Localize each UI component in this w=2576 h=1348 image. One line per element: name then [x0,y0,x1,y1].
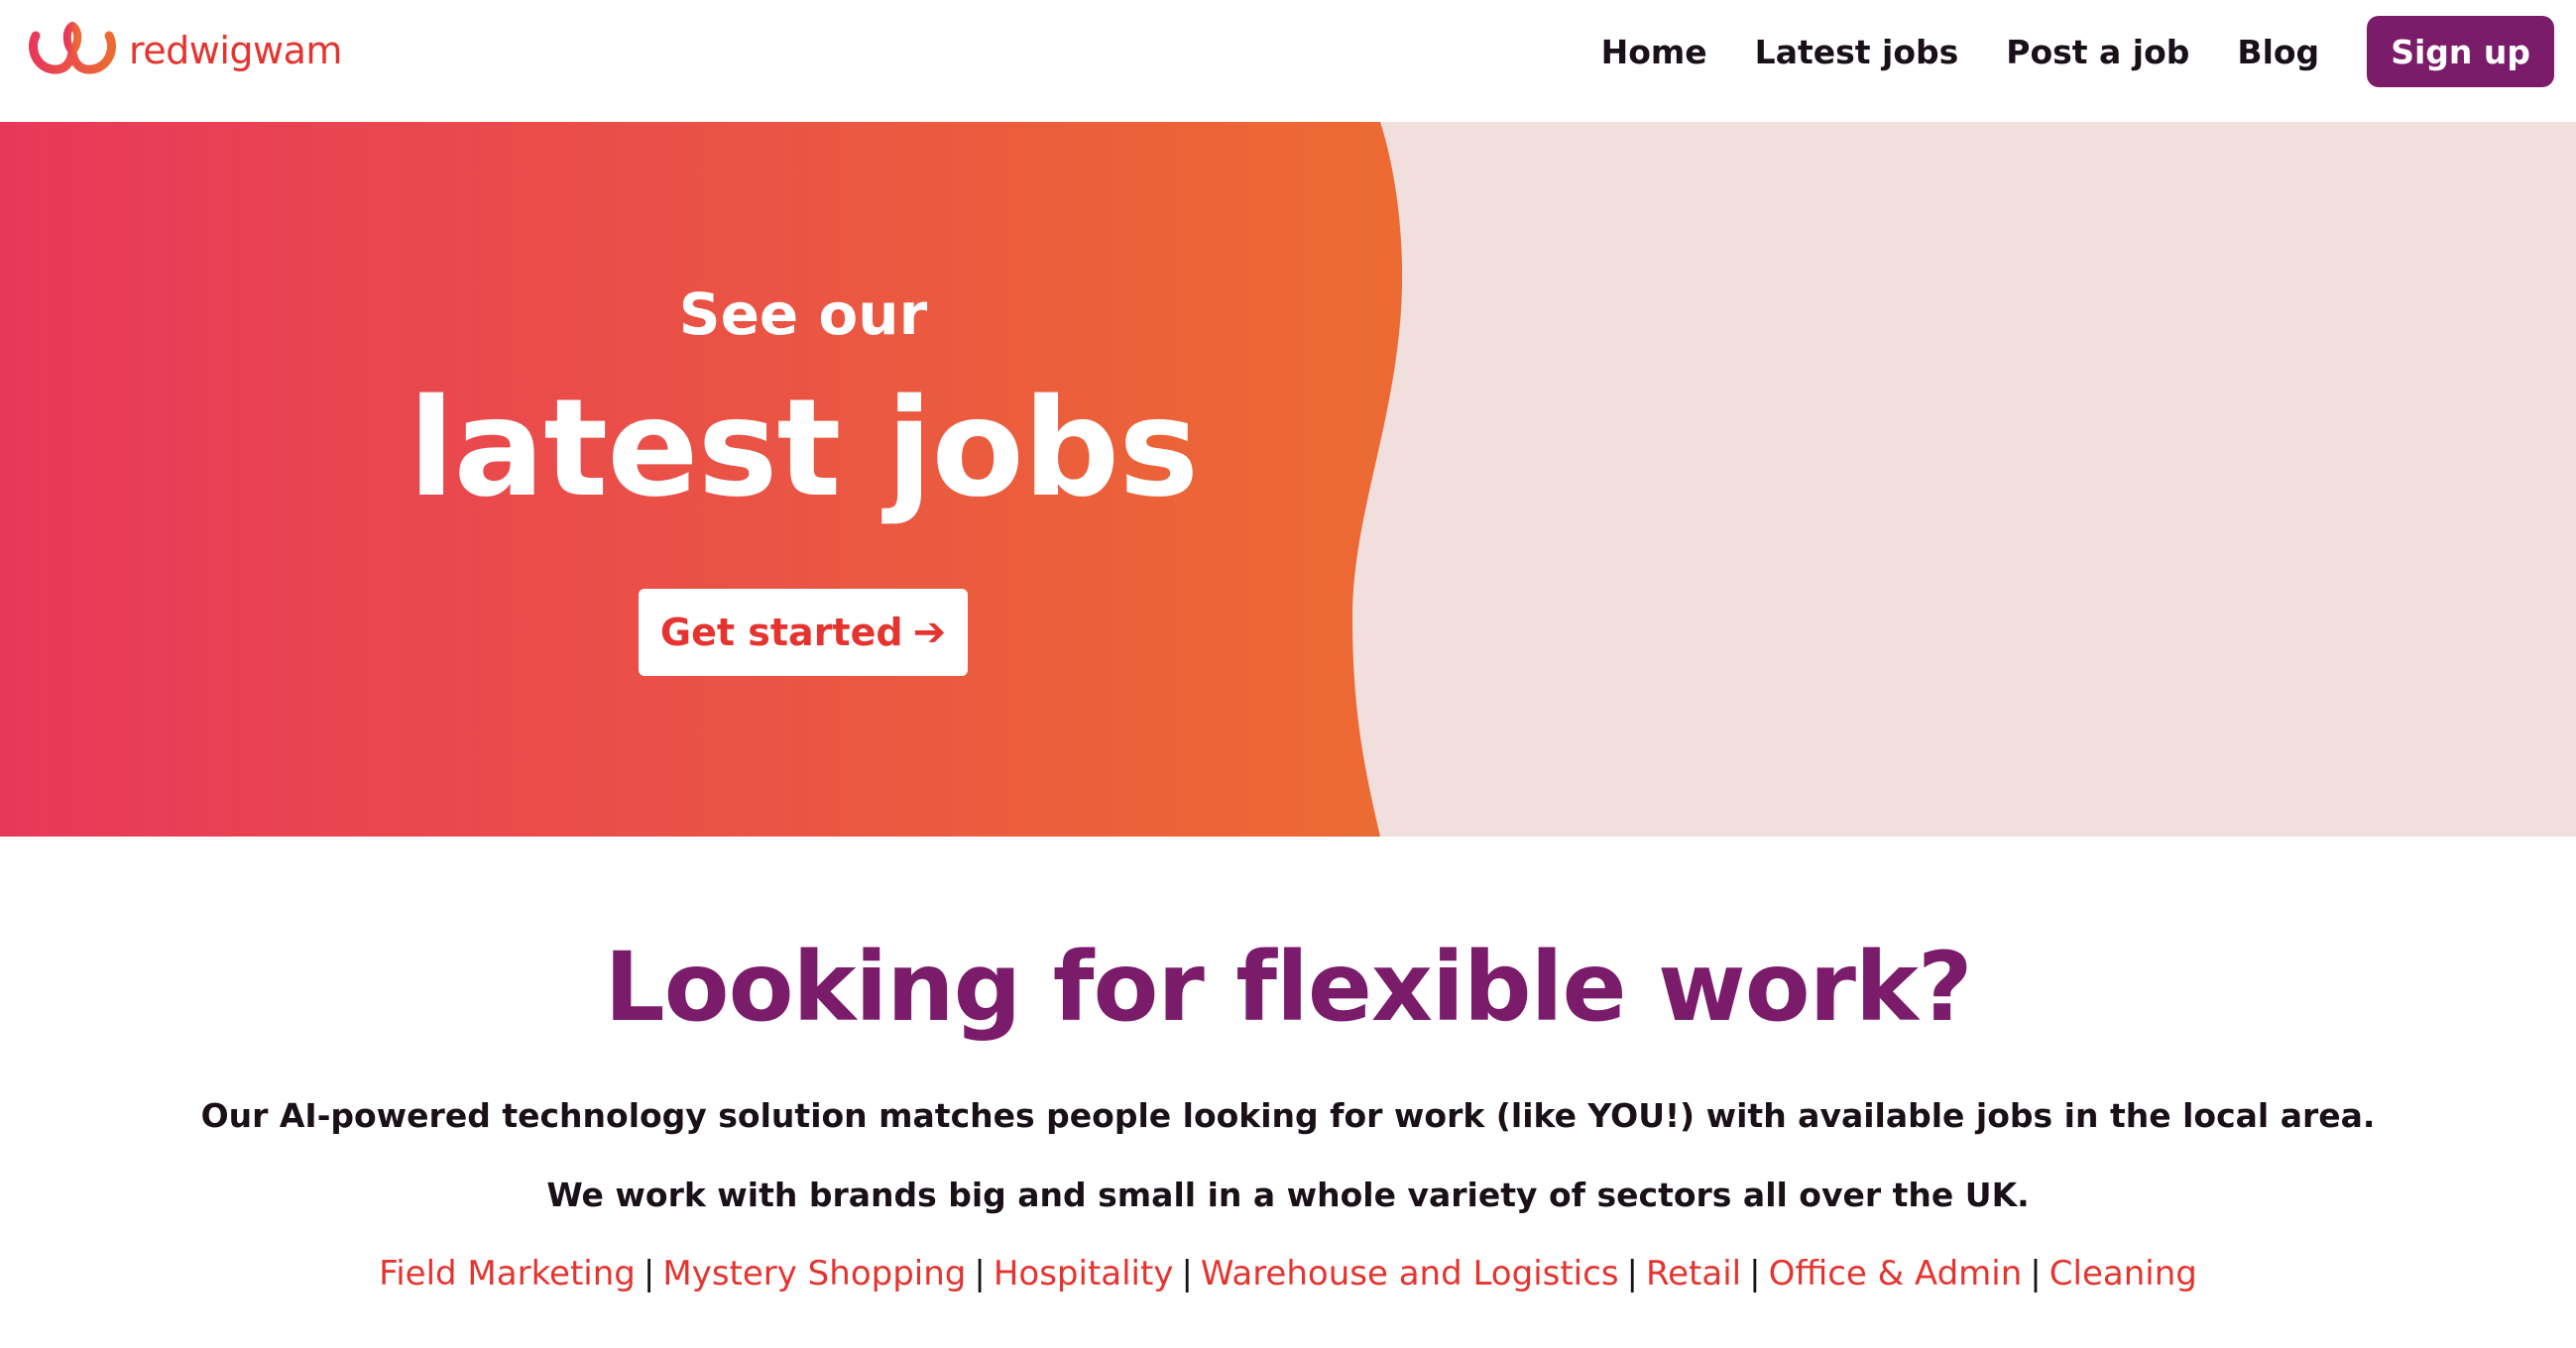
sector-links: Field Marketing | Mystery Shopping | Hospita… [0,1254,2576,1293]
wigwam-logo-icon [28,22,117,79]
hero-banner: See our latest jobs Get started ➔ [0,122,2576,837]
get-started-button[interactable]: Get started ➔ [639,589,968,676]
nav-blog[interactable]: Blog [2237,33,2319,71]
separator: | [2030,1254,2042,1293]
separator: | [974,1254,986,1293]
nav-home[interactable]: Home [1601,33,1707,71]
separator: | [1626,1254,1639,1293]
signup-button[interactable]: Sign up [2367,16,2554,87]
sector-link-field-marketing[interactable]: Field Marketing [379,1254,636,1293]
separator: | [643,1254,655,1293]
sector-link-office-admin[interactable]: Office & Admin [1769,1254,2023,1293]
intro-paragraph-2: We work with brands big and small in a w… [546,1176,2030,1214]
separator: | [1749,1254,1761,1293]
nav-post-a-job[interactable]: Post a job [2006,33,2189,71]
sector-link-retail[interactable]: Retail [1646,1254,1741,1293]
sector-link-warehouse-logistics[interactable]: Warehouse and Logistics [1201,1254,1619,1293]
brand-logo[interactable]: redwigwam [28,22,342,79]
sector-link-hospitality[interactable]: Hospitality [994,1254,1174,1293]
intro-title: Looking for flexible work? [604,932,1972,1043]
brand-name: redwigwam [129,29,342,72]
sector-link-mystery-shopping[interactable]: Mystery Shopping [662,1254,966,1293]
arrow-right-icon: ➔ [912,610,947,655]
hero-big-heading: latest jobs [408,371,1199,527]
get-started-label: Get started [659,611,903,654]
nav-latest-jobs[interactable]: Latest jobs [1755,33,1959,71]
sector-link-cleaning[interactable]: Cleaning [2049,1254,2197,1293]
hero-content: See our latest jobs Get started ➔ [0,122,1606,837]
hero-small-heading: See our [678,281,928,348]
site-header: redwigwam Home Latest jobs Post a job Bl… [0,0,2576,122]
separator: | [1181,1254,1193,1293]
main-nav: Home Latest jobs Post a job Blog Sign up [1554,0,2576,103]
intro-paragraph-1: Our AI-powered technology solution match… [200,1096,2376,1135]
